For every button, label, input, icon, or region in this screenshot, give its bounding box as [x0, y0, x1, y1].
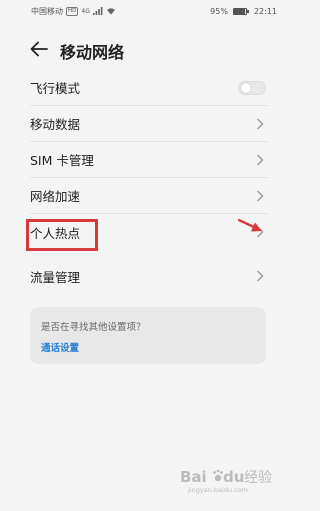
mobile-data-row[interactable]: 移动数据 [30, 106, 268, 142]
airplane-mode-row[interactable]: 飞行模式 [30, 70, 268, 106]
personal-hotspot-label: 个人热点 [30, 225, 81, 241]
network-acceleration-row[interactable]: 网络加速 [30, 178, 268, 214]
toggle-knob [241, 83, 251, 93]
chevron-right-icon [257, 226, 264, 238]
screen: 中国移动 HD 4G 95% 22:11 移动网络 飞行模式 移动数据 SIM … [0, 0, 297, 511]
suggestion-question: 是否在寻找其他设置项？ [41, 322, 146, 333]
svg-text:jingyan.baidu.com: jingyan.baidu.com [187, 486, 248, 494]
chevron-right-icon [257, 270, 264, 282]
battery-icon [232, 7, 249, 15]
page-title: 移动网络 [60, 43, 125, 62]
sim-management-row[interactable]: SIM 卡管理 [30, 142, 268, 178]
status-left: 中国移动 HD 4G [31, 6, 116, 17]
svg-text:du: du [223, 468, 244, 486]
carrier-name: 中国移动 [31, 6, 63, 16]
chevron-right-icon [257, 154, 264, 166]
status-right: 95% 22:11 [210, 7, 277, 16]
chevron-right-icon [257, 190, 264, 202]
network-acceleration-label: 网络加速 [30, 189, 81, 204]
status-bar: 中国移动 HD 4G 95% 22:11 [0, 0, 297, 22]
battery-percent: 95% [210, 6, 228, 16]
chevron-right-icon [257, 118, 264, 130]
paw-icon [213, 469, 223, 482]
svg-text:Bai: Bai [180, 468, 207, 486]
traffic-management-label: 流量管理 [30, 269, 81, 285]
signal-icon [92, 7, 103, 15]
clock: 22:11 [253, 6, 277, 16]
battery-fill [233, 8, 246, 14]
wifi-icon [106, 8, 115, 15]
header: 移动网络 [0, 34, 297, 64]
call-settings-link[interactable]: 通话设置 [41, 340, 79, 354]
svg-text:经验: 经验 [244, 470, 272, 486]
baidu-watermark: Bai du 经验 jingyan.baidu.com [180, 468, 272, 494]
network-type: 4G [81, 7, 90, 15]
airplane-mode-toggle[interactable] [238, 81, 266, 95]
sim-management-label: SIM 卡管理 [30, 153, 94, 168]
hd-badge: HD [66, 6, 79, 16]
suggestion-card: 是否在寻找其他设置项？ 通话设置 [30, 307, 266, 364]
personal-hotspot-row[interactable]: 个人热点 [30, 214, 268, 250]
settings-list: 飞行模式 移动数据 SIM 卡管理 网络加速 个人热点 [30, 70, 268, 250]
back-arrow-icon[interactable] [30, 41, 48, 57]
traffic-management-row[interactable]: 流量管理 [30, 258, 268, 294]
traffic-group: 流量管理 [30, 258, 268, 294]
mobile-data-label: 移动数据 [30, 117, 81, 132]
airplane-mode-label: 飞行模式 [30, 81, 81, 96]
